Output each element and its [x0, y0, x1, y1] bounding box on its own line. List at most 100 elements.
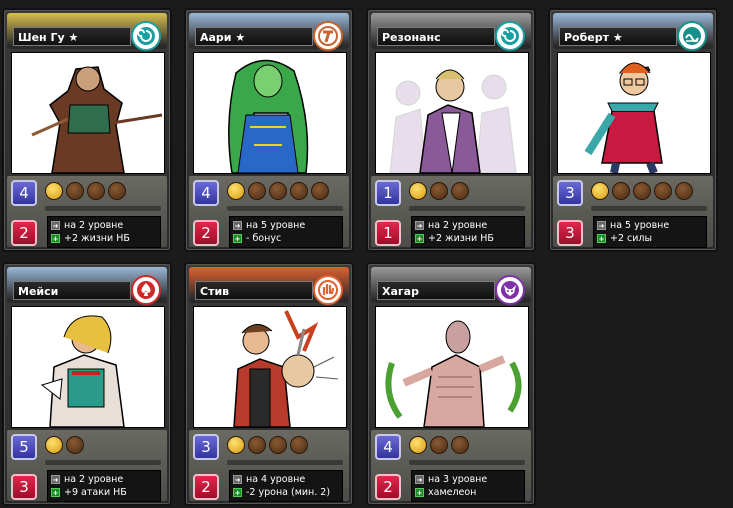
character-portrait — [193, 52, 347, 174]
level-pill-filled — [227, 182, 245, 200]
ability-box: ➜ на 2 уровне + +9 атаки НБ — [47, 470, 161, 502]
card-name: Шен Гу ★ — [13, 27, 131, 46]
horned-mask-icon — [495, 275, 525, 305]
level-arrow-icon: ➜ — [233, 475, 242, 484]
level-pill-empty — [269, 436, 287, 454]
level-arrow-icon: ➜ — [415, 221, 424, 230]
ability-bonus: +2 жизни НБ — [428, 233, 494, 244]
character-card[interactable]: Шен Гу ★ 4 2 ➜ на 2 уровне + +2 жизни НБ — [2, 8, 172, 252]
level-pill-filled — [45, 436, 63, 454]
level-pill-empty — [87, 182, 105, 200]
level-pill-filled — [409, 436, 427, 454]
level-pill-filled — [45, 182, 63, 200]
divider — [591, 206, 707, 211]
ability-box: ➜ на 2 уровне + +2 жизни НБ — [47, 216, 161, 248]
character-portrait — [11, 306, 165, 428]
bonus-plus-icon: + — [233, 488, 242, 497]
level-pills — [45, 436, 84, 454]
grab-hand-icon — [313, 275, 343, 305]
character-card[interactable]: Роберт ★ 3 3 ➜ на 5 уровне + +2 силы — [548, 8, 718, 252]
level-pill-empty — [675, 182, 693, 200]
card-stats-panel: 5 3 ➜ на 2 уровне + +9 атаки НБ — [7, 430, 167, 502]
level-pill-empty — [66, 436, 84, 454]
level-pill-empty — [311, 182, 329, 200]
bonus-plus-icon: + — [51, 488, 60, 497]
power-value: 3 — [557, 180, 583, 206]
damage-value: 3 — [557, 220, 583, 246]
level-pill-empty — [430, 182, 448, 200]
level-arrow-icon: ➜ — [51, 221, 60, 230]
t-rune-icon — [313, 21, 343, 51]
card-stats-panel: 4 2 ➜ на 2 уровне + +2 жизни НБ — [7, 176, 167, 248]
card-header: Мейси — [7, 267, 167, 305]
card-name: Резонанс — [377, 27, 495, 46]
divider — [409, 460, 525, 465]
ability-level: на 2 уровне — [64, 474, 124, 485]
ability-level: на 2 уровне — [64, 220, 124, 231]
damage-value: 2 — [375, 474, 401, 500]
card-stats-panel: 3 2 ➜ на 4 уровне + -2 урона (мин. 2) — [189, 430, 349, 502]
character-portrait — [11, 52, 165, 174]
ability-box: ➜ на 4 уровне + -2 урона (мин. 2) — [229, 470, 343, 502]
level-pill-empty — [108, 182, 126, 200]
level-pill-empty — [612, 182, 630, 200]
bonus-plus-icon: + — [415, 488, 424, 497]
wave-icon — [677, 21, 707, 51]
spade-icon — [131, 275, 161, 305]
card-header: Аари ★ — [189, 13, 349, 51]
ability-box: ➜ на 2 уровне + +2 жизни НБ — [411, 216, 525, 248]
level-pill-empty — [66, 182, 84, 200]
level-pill-empty — [430, 436, 448, 454]
card-name: Мейси — [13, 281, 131, 300]
level-pill-empty — [633, 182, 651, 200]
level-pill-empty — [248, 182, 266, 200]
card-name: Роберт ★ — [559, 27, 677, 46]
ability-bonus: - бонус — [246, 233, 282, 244]
divider — [227, 460, 343, 465]
card-header: Резонанс — [371, 13, 531, 51]
bonus-plus-icon: + — [415, 234, 424, 243]
level-pill-empty — [290, 182, 308, 200]
power-value: 3 — [193, 434, 219, 460]
ability-level: на 2 уровне — [428, 220, 488, 231]
level-arrow-icon: ➜ — [233, 221, 242, 230]
level-arrow-icon: ➜ — [415, 475, 424, 484]
card-header: Стив — [189, 267, 349, 305]
ability-bonus: -2 урона (мин. 2) — [246, 487, 331, 498]
card-name: Стив — [195, 281, 313, 300]
bonus-plus-icon: + — [51, 234, 60, 243]
character-portrait — [375, 52, 529, 174]
spiral-icon — [495, 21, 525, 51]
level-pill-filled — [591, 182, 609, 200]
ability-box: ➜ на 3 уровне + хамелеон — [411, 470, 525, 502]
level-pill-filled — [409, 182, 427, 200]
damage-value: 3 — [11, 474, 37, 500]
damage-value: 2 — [193, 220, 219, 246]
character-card[interactable]: Резонанс 1 1 ➜ на 2 уровне + +2 жизни НБ — [366, 8, 536, 252]
damage-value: 2 — [193, 474, 219, 500]
level-pill-empty — [654, 182, 672, 200]
level-pill-empty — [269, 182, 287, 200]
power-value: 5 — [11, 434, 37, 460]
ability-bonus: +2 силы — [610, 233, 652, 244]
level-pill-empty — [290, 436, 308, 454]
level-pills — [45, 182, 126, 200]
card-name: Аари ★ — [195, 27, 313, 46]
character-card[interactable]: Стив 3 2 ➜ на 4 уровне + -2 урона (мин. 2) — [184, 262, 354, 506]
bonus-plus-icon: + — [233, 234, 242, 243]
character-portrait — [193, 306, 347, 428]
level-pills — [591, 182, 693, 200]
divider — [45, 206, 161, 211]
card-header: Роберт ★ — [553, 13, 713, 51]
power-value: 4 — [375, 434, 401, 460]
card-stats-panel: 1 1 ➜ на 2 уровне + +2 жизни НБ — [371, 176, 531, 248]
character-card[interactable]: Аари ★ 4 2 ➜ на 5 уровне + - бонус — [184, 8, 354, 252]
character-card[interactable]: Хагар 4 2 ➜ на 3 уровне + хамелеон — [366, 262, 536, 506]
card-header: Шен Гу ★ — [7, 13, 167, 51]
level-pills — [227, 182, 329, 200]
spiral-icon — [131, 21, 161, 51]
level-pills — [409, 436, 469, 454]
ability-bonus: +9 атаки НБ — [64, 487, 127, 498]
character-card[interactable]: Мейси 5 3 ➜ на 2 уровне + +9 атаки НБ — [2, 262, 172, 506]
power-value: 1 — [375, 180, 401, 206]
